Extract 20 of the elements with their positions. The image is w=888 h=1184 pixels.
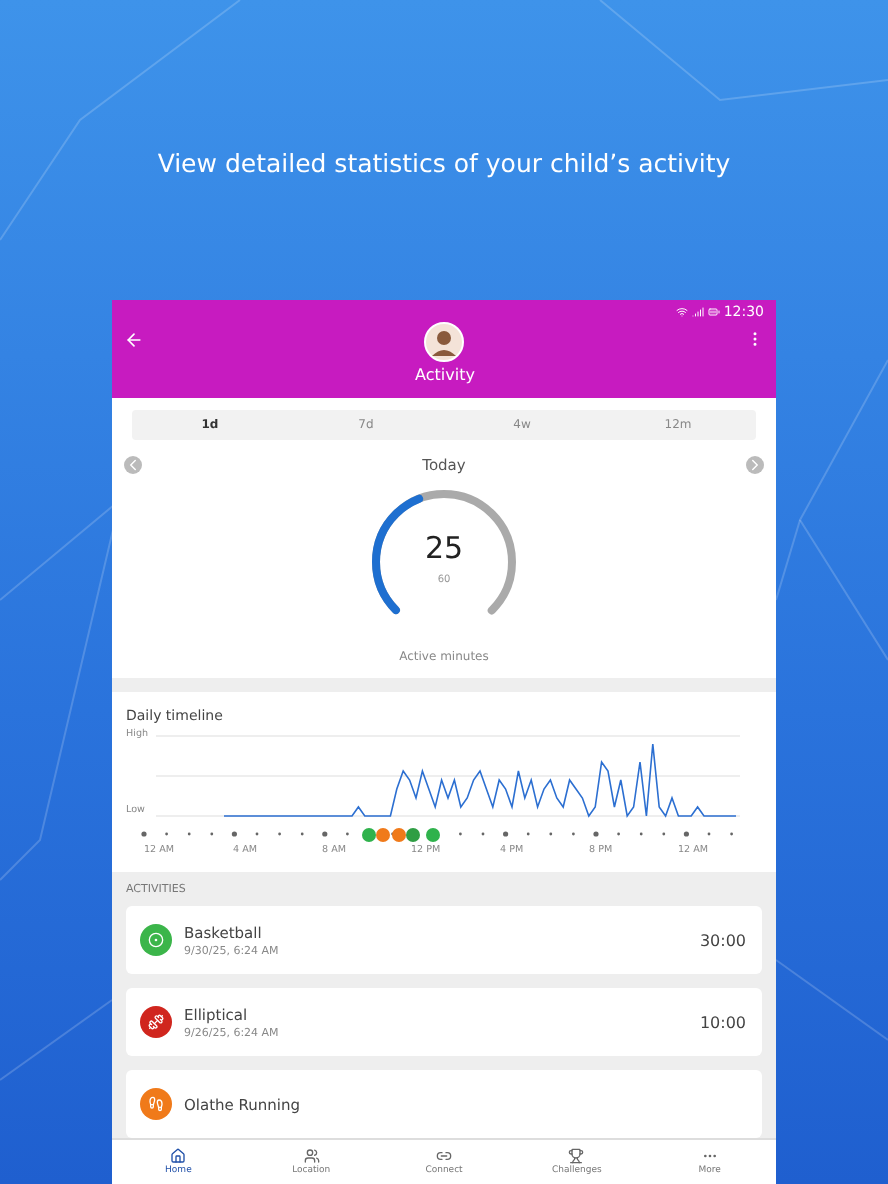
previous-icon[interactable] — [124, 456, 142, 474]
wifi-icon — [675, 305, 688, 317]
back-icon[interactable] — [124, 330, 144, 350]
active-minutes-value: 25 — [422, 530, 466, 566]
activity-duration: 10:00 — [699, 1013, 746, 1031]
activity-marker[interactable] — [362, 828, 376, 842]
activity-marker[interactable] — [406, 828, 420, 842]
headline: View detailed statistics of your child’s activity — [157, 148, 731, 182]
connect-icon — [436, 1148, 453, 1164]
challenges-icon — [568, 1148, 585, 1164]
activity-marker[interactable] — [376, 828, 390, 842]
activity-duration: 30:00 — [699, 931, 746, 949]
activity-marker[interactable] — [426, 828, 440, 842]
screen-title: Activity — [415, 366, 475, 384]
next-icon[interactable] — [745, 456, 764, 474]
activity-marker[interactable] — [392, 828, 406, 842]
home-icon — [170, 1148, 187, 1164]
battery-icon — [707, 305, 720, 317]
signal-icon — [691, 305, 704, 317]
avatar — [424, 322, 465, 362]
